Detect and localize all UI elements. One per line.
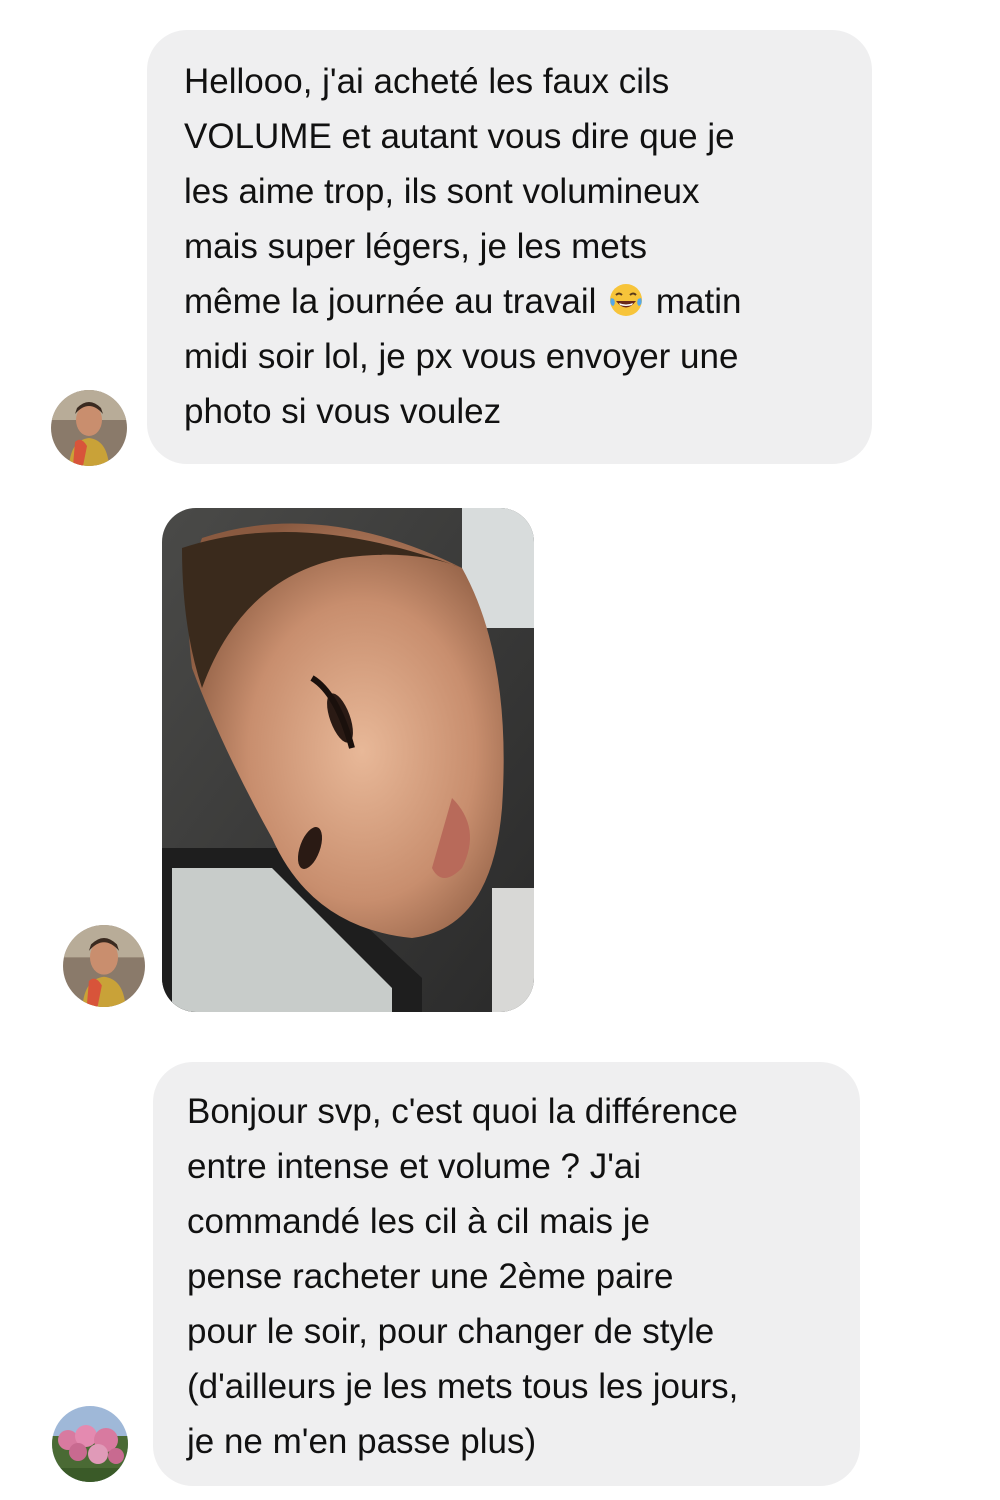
avatar[interactable] [63, 925, 145, 1007]
message-line: Bonjour svp, c'est quoi la différence [187, 1092, 738, 1131]
message-bubble: Hellooo, j'ai acheté les faux cils VOLUM… [147, 30, 872, 464]
message-line: les aime trop, ils sont volumineux [184, 172, 700, 211]
message-line: Hellooo, j'ai acheté les faux cils [184, 62, 670, 101]
message-line: pour le soir, pour changer de style [187, 1312, 715, 1351]
message-line: (d'ailleurs je les mets tous les jours, [187, 1367, 739, 1406]
message-line: entre intense et volume ? J'ai [187, 1147, 642, 1186]
message-line: pense racheter une 2ème paire [187, 1257, 674, 1296]
avatar[interactable] [51, 390, 127, 466]
message-line: midi soir lol, je px vous envoyer une [184, 337, 739, 376]
message-text: matin [646, 282, 742, 321]
photo-attachment[interactable] [162, 508, 534, 1012]
message-line: VOLUME et autant vous dire que je [184, 117, 735, 156]
message-line: commandé les cil à cil mais je [187, 1202, 650, 1241]
message-line: photo si vous voulez [184, 392, 502, 431]
message-line: même la journée au travail matin [184, 274, 842, 329]
avatar[interactable] [52, 1406, 128, 1482]
message-line: mais super légers, je les mets [184, 227, 647, 266]
message-text: même la journée au travail [184, 282, 607, 321]
face-with-tears-of-joy-icon [608, 282, 644, 318]
message-line: je ne m'en passe plus) [187, 1422, 537, 1461]
message-bubble: Bonjour svp, c'est quoi la différence en… [153, 1062, 860, 1486]
